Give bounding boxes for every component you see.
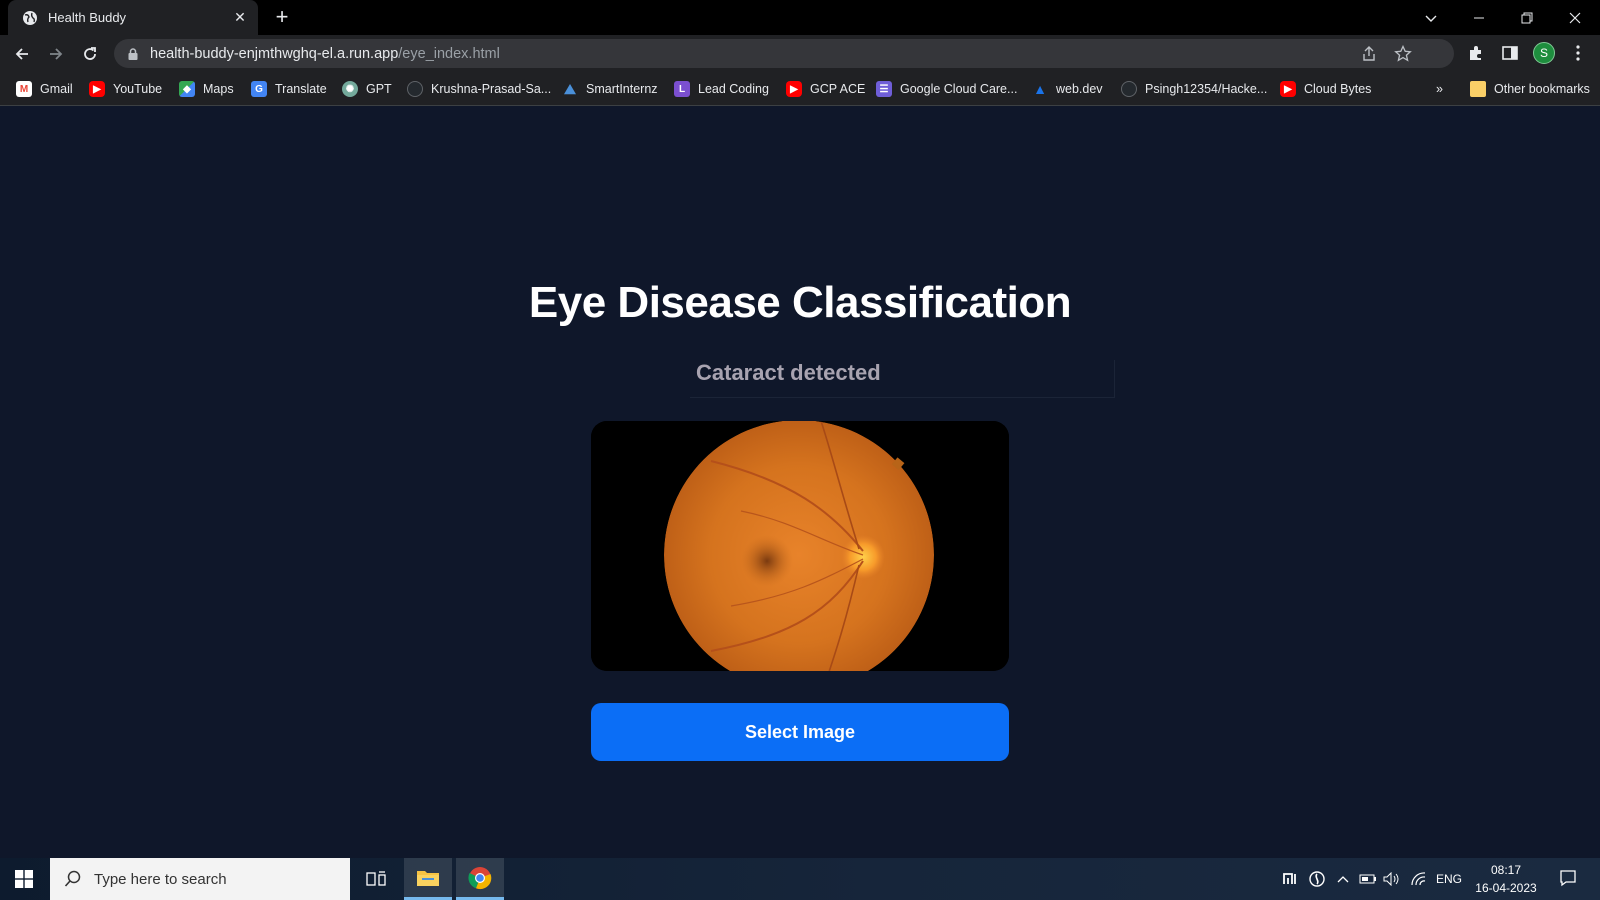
google-cloud-icon: ☰ [876, 81, 892, 97]
start-button[interactable] [0, 858, 48, 900]
openai-icon: ✺ [342, 81, 358, 97]
chrome-icon [468, 866, 492, 889]
bookmark-label: Psingh12354/Hacke... [1145, 82, 1268, 96]
address-bar[interactable]: health-buddy-enjmthwghq-el.a.run.app/eye… [114, 39, 1454, 68]
page-content: Eye Disease Classification Cataract dete… [0, 106, 1600, 858]
folder-icon [1470, 81, 1486, 97]
bookmark-label: SmartInternz [586, 82, 658, 96]
bookmark-star-icon[interactable] [1394, 45, 1412, 63]
mi-tray-icon[interactable] [1282, 870, 1300, 888]
task-view-button[interactable] [352, 858, 400, 900]
tab-search-icon[interactable] [1408, 0, 1454, 35]
tab-title: Health Buddy [48, 10, 127, 25]
sync-tray-icon[interactable] [1308, 870, 1326, 888]
bookmark-label: Cloud Bytes [1304, 82, 1372, 96]
github-icon [407, 81, 423, 97]
page-title: Eye Disease Classification [528, 278, 1072, 327]
bookmark-cloud-bytes[interactable]: ▶ Cloud Bytes [1280, 80, 1371, 98]
bookmark-label: YouTube [113, 82, 163, 96]
chrome-taskbar-button[interactable] [456, 858, 504, 900]
clock-date: 16-04-2023 [1475, 881, 1537, 895]
bookmark-gmail[interactable]: M Gmail [16, 80, 73, 98]
bookmark-maps[interactable]: ◆ Maps [179, 80, 234, 98]
bookmark-youtube[interactable]: ▶ YouTube [89, 80, 162, 98]
bookmark-lead-coding[interactable]: L Lead Coding [674, 80, 769, 98]
bookmarks-bar: M Gmail ▶ YouTube ◆ Maps G Translate ✺ G… [0, 72, 1600, 106]
chevron-up-icon[interactable] [1334, 870, 1352, 888]
profile-avatar[interactable]: S [1533, 42, 1555, 64]
close-window-button[interactable] [1552, 0, 1598, 35]
bookmark-label: Google Cloud Care... [900, 82, 1018, 96]
smartinternz-icon: ⛰ [564, 80, 576, 97]
tab-close-icon[interactable]: ✕ [232, 9, 248, 26]
youtube-icon: ▶ [89, 81, 105, 97]
select-image-button[interactable]: Select Image [591, 703, 1009, 761]
search-icon [64, 870, 81, 887]
bookmark-gcp-ace[interactable]: ▶ GCP ACE [786, 80, 865, 98]
url-path: /eye_index.html [398, 45, 500, 62]
bookmark-label: GCP ACE [810, 82, 866, 96]
github-icon [1121, 81, 1137, 97]
gmail-icon: M [16, 81, 32, 97]
bookmark-label: Translate [275, 82, 327, 96]
clock-time: 08:17 [1490, 863, 1522, 877]
folder-icon [417, 870, 439, 886]
bookmark-label: Lead Coding [698, 82, 769, 96]
bookmark-label: GPT [366, 82, 392, 96]
other-bookmarks-label: Other bookmarks [1494, 82, 1590, 96]
bookmark-translate[interactable]: G Translate [251, 80, 327, 98]
youtube-icon: ▶ [1280, 81, 1296, 97]
bookmark-smartinternz[interactable]: ⛰ SmartInternz [562, 80, 658, 98]
url-host: health-buddy-enjmthwghq-el.a.run.app [150, 45, 399, 62]
battery-icon[interactable] [1358, 870, 1378, 888]
bookmark-label: Gmail [40, 82, 73, 96]
bookmark-label: web.dev [1056, 82, 1103, 96]
minimize-button[interactable] [1456, 0, 1502, 35]
translate-icon: G [251, 81, 267, 97]
bookmark-google-cloud[interactable]: ☰ Google Cloud Care... [876, 80, 1017, 98]
lock-icon [128, 47, 138, 60]
bookmark-krushna-github[interactable]: Krushna-Prasad-Sa... [407, 80, 551, 98]
notification-center-icon[interactable] [1556, 869, 1580, 887]
task-view-icon [366, 871, 386, 886]
file-explorer-button[interactable] [404, 858, 452, 900]
bookmark-psingh-github[interactable]: Psingh12354/Hacke... [1121, 80, 1267, 98]
windows-taskbar: Type here to search ENG 08:17 16-04-2023 [0, 858, 1600, 900]
youtube-icon: ▶ [786, 81, 802, 97]
maps-icon: ◆ [179, 81, 195, 97]
bookmark-webdev[interactable]: ▲ web.dev [1032, 80, 1103, 98]
other-bookmarks-folder[interactable]: Other bookmarks [1470, 80, 1590, 98]
forward-button[interactable] [42, 40, 70, 68]
search-placeholder: Type here to search [94, 870, 227, 888]
volume-icon[interactable] [1382, 870, 1402, 888]
bookmark-gpt[interactable]: ✺ GPT [342, 80, 392, 98]
prediction-result: Cataract detected [690, 360, 1115, 398]
tab-health-buddy[interactable]: Health Buddy ✕ [8, 0, 258, 35]
leadcoding-icon: L [674, 81, 690, 97]
bookmark-label: Krushna-Prasad-Sa... [431, 82, 552, 96]
language-indicator[interactable]: ENG [1434, 870, 1464, 888]
windows-logo-icon [15, 870, 33, 888]
system-clock[interactable]: 08:17 16-04-2023 [1466, 861, 1546, 897]
restore-button[interactable] [1504, 0, 1550, 35]
taskbar-search-input[interactable]: Type here to search [50, 858, 350, 900]
wifi-icon[interactable] [1408, 870, 1428, 888]
globe-icon [23, 10, 37, 25]
share-icon[interactable] [1360, 45, 1378, 63]
menu-kebab-icon[interactable] [1568, 43, 1588, 63]
tab-strip: Health Buddy ✕ + [0, 0, 1600, 35]
new-tab-button[interactable]: + [270, 6, 294, 30]
webdev-icon: ▲ [1033, 81, 1047, 97]
retina-fundus-image [591, 421, 1009, 671]
back-button[interactable] [8, 40, 36, 68]
extensions-icon[interactable] [1466, 43, 1486, 63]
browser-toolbar: health-buddy-enjmthwghq-el.a.run.app/eye… [0, 35, 1600, 72]
reload-button[interactable] [76, 40, 104, 68]
side-panel-icon[interactable] [1500, 43, 1520, 63]
bookmark-label: Maps [203, 82, 234, 96]
fundus-image-preview [591, 421, 1009, 671]
bookmarks-overflow-button[interactable]: » [1436, 80, 1443, 98]
